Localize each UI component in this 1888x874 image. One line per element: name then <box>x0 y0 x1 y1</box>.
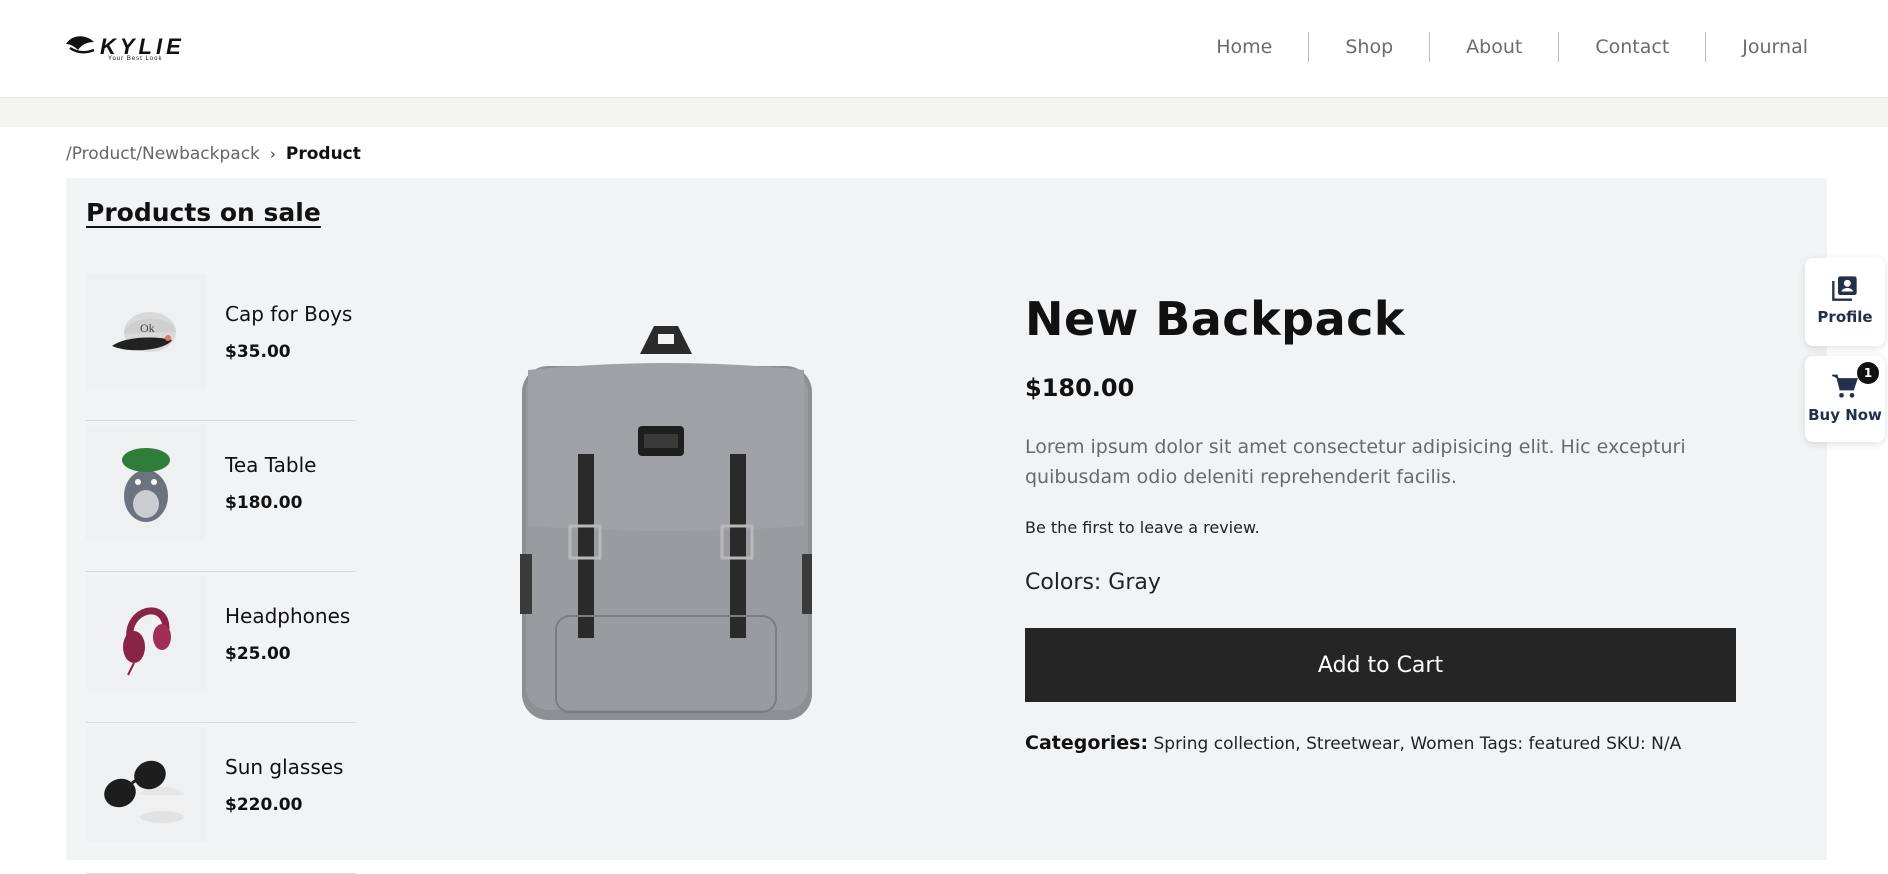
list-item[interactable]: Tea Table $180.00 <box>86 421 356 572</box>
profile-label: Profile <box>1817 308 1873 326</box>
breadcrumb-current: Product <box>285 144 361 164</box>
cart-count-badge: 1 <box>1857 362 1879 384</box>
color-option: Colors: Gray <box>1025 570 1161 595</box>
product-price: $25.00 <box>225 644 291 664</box>
nav-contact[interactable]: Contact <box>1559 30 1705 64</box>
svg-text:Ok: Ok <box>140 321 155 335</box>
categories-label: Categories: <box>1025 732 1149 754</box>
product-price-main: $180.00 <box>1025 374 1135 402</box>
sunglasses-image[interactable] <box>86 727 206 842</box>
profile-widget[interactable]: Profile <box>1805 258 1885 346</box>
review-prompt[interactable]: Be the first to leave a review. <box>1025 518 1260 537</box>
header-band <box>0 98 1888 127</box>
headphones-image[interactable] <box>86 576 206 691</box>
product-title: New Backpack <box>1025 292 1405 346</box>
list-item[interactable]: Sun glasses $220.00 <box>86 723 356 874</box>
logo[interactable]: KYLIE Your Best Look <box>64 32 181 66</box>
sale-heading: Products on sale <box>86 198 321 227</box>
site-header: KYLIE Your Best Look Home Shop About Con… <box>0 0 1888 98</box>
product-price: $180.00 <box>225 493 303 513</box>
product-name[interactable]: Sun glasses <box>225 755 343 779</box>
product-description: Lorem ipsum dolor sit amet consectetur a… <box>1025 436 1686 488</box>
list-item[interactable]: Ok Cap for Boys $35.00 <box>86 270 356 421</box>
categories-value[interactable]: Spring collection, Streetwear, Women Tag… <box>1153 734 1681 754</box>
buy-now-label: Buy Now <box>1808 406 1882 424</box>
product-name[interactable]: Headphones <box>225 604 350 628</box>
cap-image[interactable]: Ok <box>86 274 206 389</box>
backpack-image[interactable] <box>372 196 934 860</box>
main-nav: Home Shop About Contact Journal <box>1180 30 1808 64</box>
nav-home[interactable]: Home <box>1180 30 1308 64</box>
logo-leaf-icon <box>66 36 95 54</box>
breadcrumb-path[interactable]: /Product/Newbackpack <box>66 144 260 164</box>
logo-tagline: Your Best Look <box>108 56 163 62</box>
add-to-cart-button[interactable]: Add to Cart <box>1025 628 1736 702</box>
buy-now-widget[interactable]: 1 Buy Now <box>1805 356 1885 442</box>
profile-icon <box>1832 276 1857 301</box>
sale-product-list: Ok Cap for Boys $35.00 Tea Table $180.00 <box>86 270 356 874</box>
product-price: $220.00 <box>225 795 303 815</box>
list-item[interactable]: Headphones $25.00 <box>86 572 356 723</box>
product-name[interactable]: Cap for Boys <box>225 302 352 326</box>
figurine-image[interactable] <box>86 425 206 540</box>
breadcrumb: /Product/Newbackpack › Product <box>66 144 361 164</box>
cart-icon <box>1832 374 1858 398</box>
nav-shop[interactable]: Shop <box>1309 30 1429 64</box>
product-meta: Categories: Spring collection, Streetwea… <box>1025 732 1681 754</box>
product-price: $35.00 <box>225 342 291 362</box>
nav-journal[interactable]: Journal <box>1706 30 1808 64</box>
nav-about[interactable]: About <box>1430 30 1558 64</box>
product-name[interactable]: Tea Table <box>225 453 316 477</box>
chevron-right-icon: › <box>269 145 276 163</box>
